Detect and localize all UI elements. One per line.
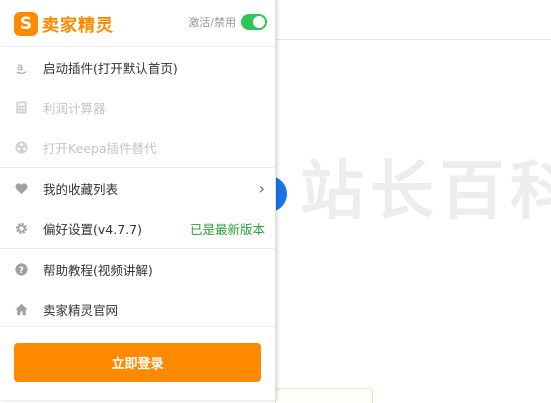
background-divider [276,39,551,40]
svg-text:?: ? [18,264,23,274]
background-card [275,388,373,403]
extension-popup: S 卖家精灵 激活/禁用 a 启动插件(打开默认首页) 利润计算器 打开Keep… [0,0,276,400]
menu-item-help-tutorial[interactable]: ? 帮助教程(视频讲解) [0,248,275,289]
toggle-label: 激活/禁用 [188,16,236,29]
popup-header: S 卖家精灵 激活/禁用 [0,0,275,47]
menu-item-label: 卖家精灵官网 [43,302,119,318]
activate-toggle-group: 激活/禁用 [188,14,267,30]
chevron-right-icon: › [258,178,265,198]
menu-item-keepa-alternative[interactable]: 打开Keepa插件替代 [0,127,275,167]
logo-text: 卖家精灵 [42,16,114,36]
menu-item-label: 我的收藏列表 [43,181,119,197]
menu-item-label: 帮助教程(视频讲解) [43,262,153,278]
menu-list: a 启动插件(打开默认首页) 利润计算器 打开Keepa插件替代 我的收藏列表 … [0,47,275,329]
menu-item-preferences[interactable]: 偏好设置(v4.7.7) 已是最新版本 [0,208,275,248]
gear-icon [13,220,29,236]
menu-item-label: 利润计算器 [43,100,106,116]
menu-item-official-site[interactable]: 卖家精灵官网 [0,289,275,329]
help-icon: ? [13,261,29,277]
version-status: 已是最新版本 [189,221,265,237]
svg-text:a: a [16,61,22,73]
activate-toggle[interactable] [241,14,267,30]
menu-item-label: 启动插件(打开默认首页) [43,60,178,76]
calculator-icon [13,99,29,115]
logo: S 卖家精灵 [14,11,114,36]
keepa-icon [13,139,29,155]
login-button[interactable]: 立即登录 [14,343,261,382]
menu-item-label: 偏好设置(v4.7.7) [43,221,142,237]
heart-icon [13,180,29,196]
menu-item-favorites[interactable]: 我的收藏列表 › [0,167,275,208]
menu-item-profit-calculator[interactable]: 利润计算器 [0,87,275,127]
logo-icon: S [14,11,38,36]
watermark: 站长百科 [300,155,551,229]
home-icon [13,301,29,317]
amazon-icon: a [13,59,29,75]
menu-item-launch-plugin[interactable]: a 启动插件(打开默认首页) [0,47,275,87]
menu-item-label: 打开Keepa插件替代 [43,140,157,156]
divider [0,326,275,327]
